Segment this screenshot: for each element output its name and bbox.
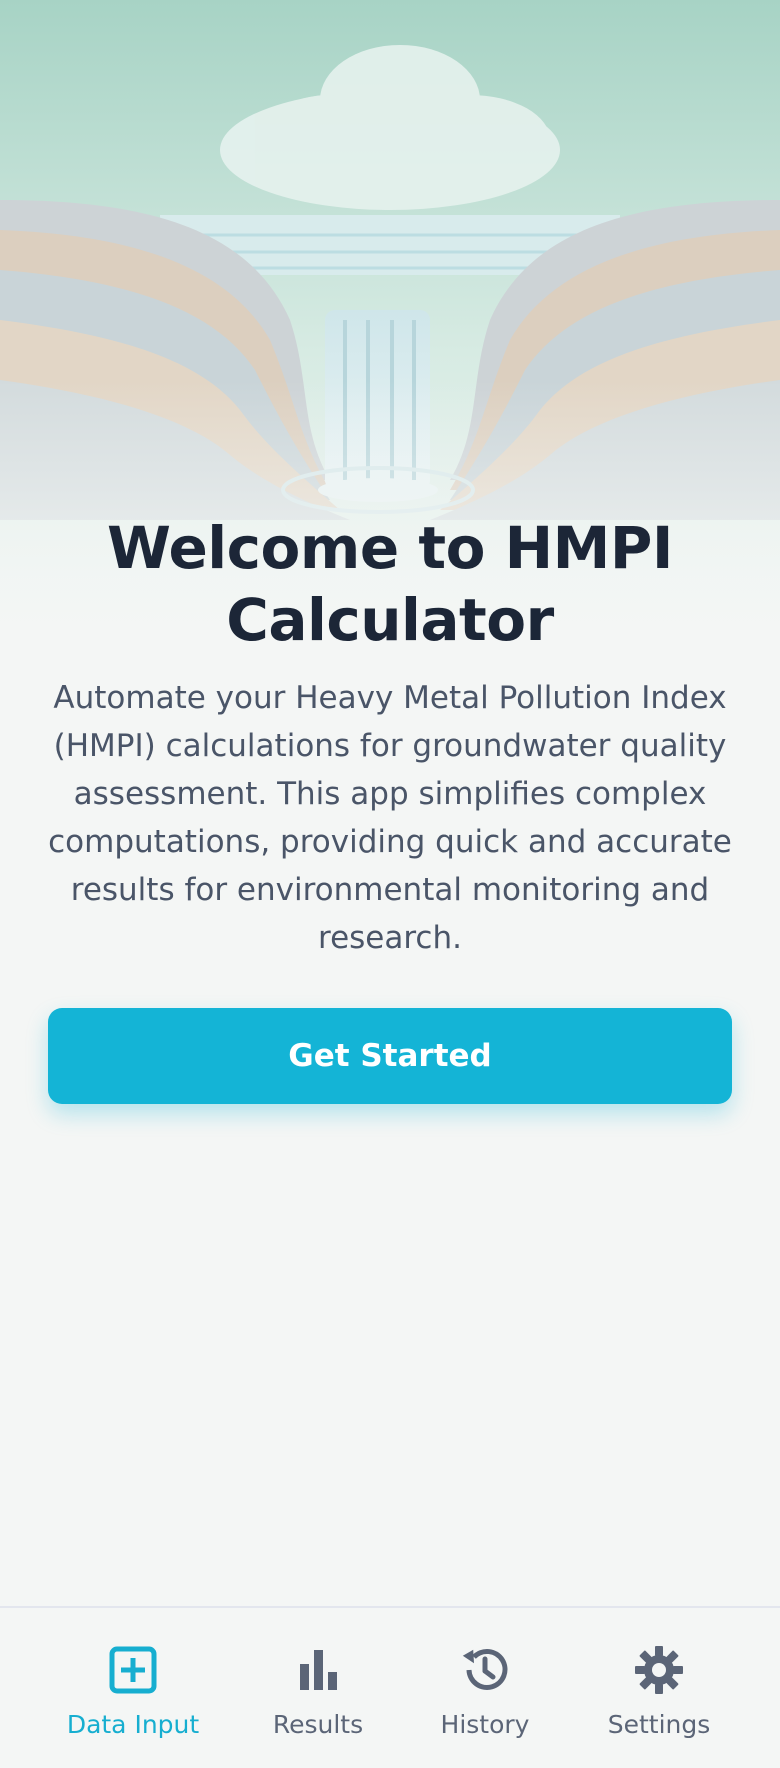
page-title: Welcome to HMPI Calculator	[107, 514, 673, 654]
nav-label-history: History	[440, 1710, 530, 1739]
nav-item-history[interactable]: History	[400, 1644, 570, 1754]
nav-label-results: Results	[272, 1710, 364, 1739]
bottom-navigation: Data Input Results History Settings	[0, 1606, 780, 1768]
app-description: Automate your Heavy Metal Pollution Inde…	[48, 680, 732, 956]
nav-label-settings: Settings	[607, 1710, 711, 1739]
gear-icon	[635, 1646, 683, 1694]
plus-square-icon	[109, 1646, 157, 1694]
bar-chart-icon	[300, 1650, 337, 1690]
get-started-button[interactable]: Get Started	[48, 1008, 732, 1104]
nav-item-results[interactable]: Results	[233, 1644, 403, 1754]
welcome-section: Welcome to HMPI Calculator Automate your…	[0, 512, 780, 962]
nav-item-settings[interactable]: Settings	[574, 1644, 744, 1754]
nav-label-data-input: Data Input	[66, 1710, 200, 1739]
nav-item-data-input[interactable]: Data Input	[48, 1644, 218, 1754]
history-icon	[462, 1648, 508, 1690]
